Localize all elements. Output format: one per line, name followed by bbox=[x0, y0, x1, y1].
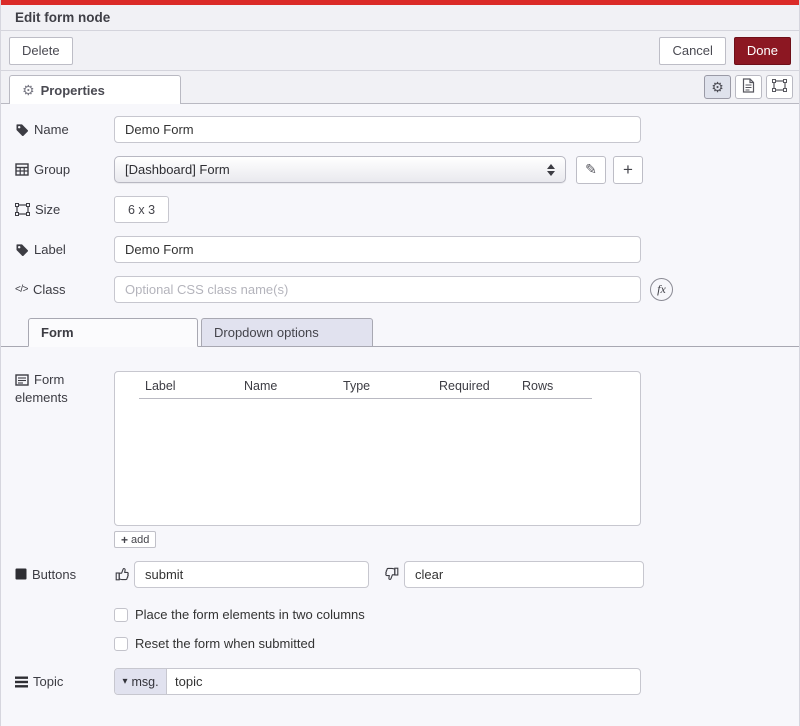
tab-properties[interactable]: ⚙ Properties bbox=[9, 75, 181, 104]
size-button[interactable]: 6 x 3 bbox=[114, 196, 169, 223]
add-group-button[interactable]: + bbox=[613, 156, 643, 184]
cancel-button[interactable]: Cancel bbox=[659, 37, 725, 65]
topic-value-input[interactable]: topic bbox=[167, 669, 640, 694]
two-columns-label: Place the form elements in two columns bbox=[135, 607, 365, 622]
pencil-icon: ✎ bbox=[585, 161, 597, 178]
delete-button[interactable]: Delete bbox=[9, 37, 73, 65]
tasks-icon bbox=[15, 676, 28, 688]
topic-type-select[interactable]: ▾ msg. bbox=[115, 669, 167, 694]
column-header: Label bbox=[145, 379, 176, 393]
tab-dropdown-options-label: Dropdown options bbox=[214, 325, 319, 340]
topic-row: Topic ▾ msg. topic bbox=[15, 668, 799, 695]
tag-icon bbox=[15, 123, 29, 137]
dialog-title: Edit form node bbox=[15, 10, 110, 25]
tab-form-label: Form bbox=[41, 325, 74, 340]
object-group-icon bbox=[772, 79, 787, 95]
column-header: Rows bbox=[522, 379, 553, 393]
reset-checkbox[interactable] bbox=[114, 637, 128, 651]
group-select[interactable]: [Dashboard] Form bbox=[114, 156, 566, 183]
form-elements-label: Form elements bbox=[15, 371, 114, 407]
select-arrows-icon bbox=[547, 164, 555, 176]
two-columns-checkbox[interactable] bbox=[114, 608, 128, 622]
column-header: Required bbox=[439, 379, 490, 393]
buttons-row: Buttons bbox=[15, 560, 799, 588]
column-header: Type bbox=[343, 379, 370, 393]
group-label: Group bbox=[15, 162, 114, 177]
tab-form[interactable]: Form bbox=[28, 318, 198, 347]
section-tab-bar: Form Dropdown options bbox=[1, 317, 799, 347]
object-group-icon bbox=[15, 203, 30, 216]
node-description-button[interactable] bbox=[735, 75, 762, 99]
caret-down-icon: ▾ bbox=[122, 676, 127, 687]
label-row: Label bbox=[15, 236, 799, 263]
tab-properties-label: Properties bbox=[41, 83, 105, 98]
thumbs-up-icon bbox=[114, 566, 130, 582]
topic-label: Topic bbox=[15, 674, 114, 689]
thumbs-down-icon bbox=[384, 566, 400, 582]
tab-dropdown-options[interactable]: Dropdown options bbox=[201, 318, 373, 347]
dialog-toolbar: Delete Cancel Done bbox=[1, 31, 799, 71]
two-columns-option: Place the form elements in two columns bbox=[114, 607, 799, 622]
name-input[interactable] bbox=[114, 116, 641, 143]
node-properties-button[interactable]: ⚙ bbox=[704, 75, 731, 99]
column-header: Name bbox=[244, 379, 277, 393]
gear-icon: ⚙ bbox=[711, 80, 724, 94]
buttons-label: Buttons bbox=[15, 567, 114, 582]
add-element-button[interactable]: + add bbox=[114, 531, 156, 548]
edit-form-node-dialog: Edit form node Delete Cancel Done ⚙ Prop… bbox=[0, 0, 800, 726]
fx-expression-button[interactable]: fx bbox=[650, 278, 673, 301]
square-icon bbox=[15, 568, 27, 580]
clear-button-input[interactable] bbox=[404, 561, 644, 588]
toolbar-right-group: Cancel Done bbox=[659, 37, 791, 65]
gear-icon: ⚙ bbox=[22, 83, 35, 97]
form-elements-row: Form elements Label Name Type Required R… bbox=[15, 371, 799, 548]
form-elements-table[interactable]: Label Name Type Required Rows bbox=[114, 371, 641, 526]
properties-form: Name Group [Dashboard] Form ✎ + bbox=[1, 104, 799, 695]
edit-group-button[interactable]: ✎ bbox=[576, 156, 606, 184]
label-input[interactable] bbox=[114, 236, 641, 263]
group-selected-value: [Dashboard] Form bbox=[125, 162, 547, 177]
done-button[interactable]: Done bbox=[734, 37, 791, 65]
plus-icon: + bbox=[121, 534, 128, 546]
topic-typed-input: ▾ msg. topic bbox=[114, 668, 641, 695]
form-elements-list: Label Name Type Required Rows + add bbox=[114, 371, 641, 548]
reset-option: Reset the form when submitted bbox=[114, 636, 799, 651]
tray-tool-buttons: ⚙ bbox=[704, 75, 793, 99]
submit-button-input[interactable] bbox=[134, 561, 369, 588]
tag-icon bbox=[15, 243, 29, 257]
topic-type-label: msg. bbox=[131, 675, 158, 689]
class-label: </> Class bbox=[15, 282, 114, 297]
size-row: Size 6 x 3 bbox=[15, 196, 799, 223]
plus-icon: + bbox=[623, 160, 633, 180]
code-icon: </> bbox=[15, 284, 28, 295]
document-icon bbox=[742, 78, 755, 96]
name-row: Name bbox=[15, 116, 799, 143]
dialog-header: Edit form node bbox=[1, 5, 799, 31]
node-appearance-button[interactable] bbox=[766, 75, 793, 99]
name-label: Name bbox=[15, 122, 114, 137]
class-input[interactable] bbox=[114, 276, 641, 303]
group-row: Group [Dashboard] Form ✎ + bbox=[15, 156, 799, 183]
table-icon bbox=[15, 163, 29, 176]
size-label: Size bbox=[15, 202, 114, 217]
list-icon bbox=[15, 374, 29, 386]
reset-label: Reset the form when submitted bbox=[135, 636, 315, 651]
tray-tab-bar: ⚙ Properties ⚙ bbox=[1, 71, 799, 104]
header-divider bbox=[139, 398, 592, 399]
class-row: </> Class fx bbox=[15, 276, 799, 303]
label-label: Label bbox=[15, 242, 114, 257]
